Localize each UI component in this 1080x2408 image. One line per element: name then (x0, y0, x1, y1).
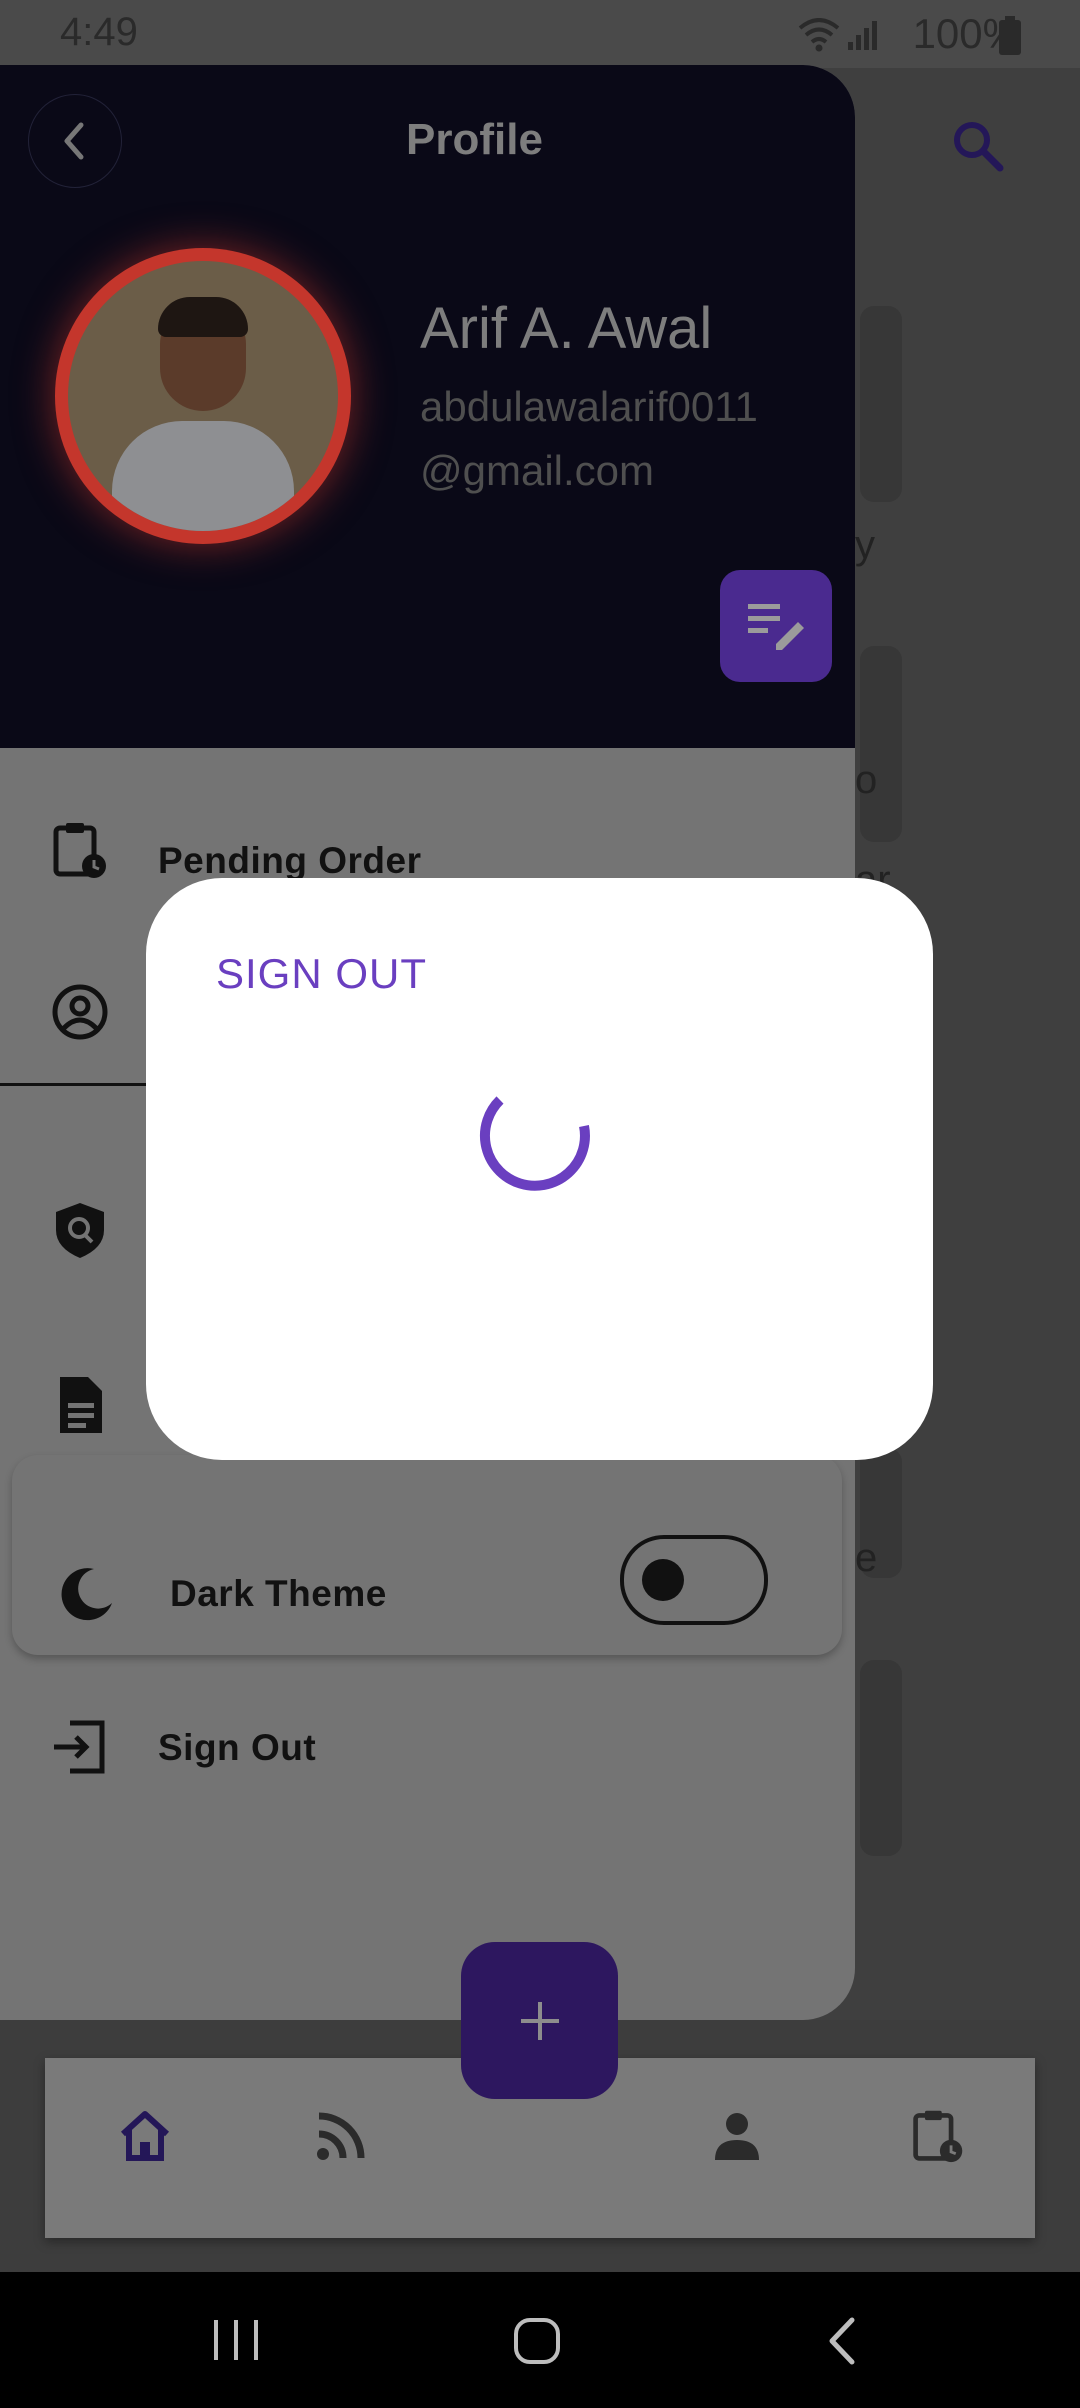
background-card (860, 646, 902, 842)
account-circle-icon (52, 984, 108, 1040)
profile-header: Profile Arif A. Awal abdulawalarif0011 @… (0, 65, 855, 748)
dark-theme-toggle[interactable] (620, 1535, 768, 1625)
profile-email: @gmail.com (420, 447, 655, 494)
status-time: 4:49 (60, 10, 138, 54)
menu-item-label: Dark Theme (170, 1573, 387, 1614)
pending-clipboard-icon (53, 823, 106, 878)
background-text: o (855, 758, 878, 802)
rss-feed-icon[interactable] (315, 2110, 367, 2162)
background-text: e (855, 1536, 878, 1580)
signal-icon (848, 21, 877, 50)
back-button[interactable] (28, 94, 122, 188)
wifi-icon (798, 18, 840, 52)
dialog-title: SIGN OUT (216, 950, 428, 997)
edit-profile-button[interactable] (720, 570, 832, 682)
chevron-left-icon (64, 122, 84, 160)
home-icon[interactable] (117, 2108, 173, 2164)
plus-icon (521, 2002, 559, 2040)
add-fab-button[interactable] (461, 1942, 618, 2099)
avatar-photo (68, 261, 338, 531)
edit-note-icon (748, 604, 804, 650)
background-card (860, 1660, 902, 1856)
toggle-knob (642, 1559, 684, 1601)
moon-icon (61, 1568, 112, 1621)
pending-clipboard-icon[interactable] (910, 2106, 966, 2166)
menu-item-sign-out[interactable]: Sign Out (0, 1685, 855, 1805)
battery-icon (999, 16, 1021, 55)
status-bar: 4:49 100% (0, 0, 1080, 68)
home-button-icon[interactable] (512, 2316, 562, 2366)
loading-spinner-icon (479, 1096, 590, 1191)
dark-theme-card: Dark Theme (12, 1455, 842, 1655)
sign-out-dialog: SIGN OUT (146, 878, 933, 1460)
person-icon[interactable] (711, 2110, 763, 2162)
shield-search-icon (56, 1203, 104, 1258)
profile-name: Arif A. Awal (420, 296, 713, 361)
background-text: y (855, 523, 875, 567)
background-card (860, 306, 902, 502)
profile-email: abdulawalarif0011 (420, 383, 758, 430)
logout-icon (54, 1720, 105, 1774)
page-title: Profile (406, 115, 543, 164)
recent-apps-icon[interactable] (210, 2316, 262, 2364)
search-icon[interactable] (950, 118, 1006, 174)
menu-item-label: Sign Out (158, 1727, 317, 1768)
back-nav-icon[interactable] (822, 2314, 862, 2368)
menu-item-label: Pending Order (158, 840, 422, 881)
system-navigation-bar (0, 2272, 1080, 2408)
avatar[interactable] (55, 248, 351, 544)
document-icon (60, 1377, 102, 1433)
